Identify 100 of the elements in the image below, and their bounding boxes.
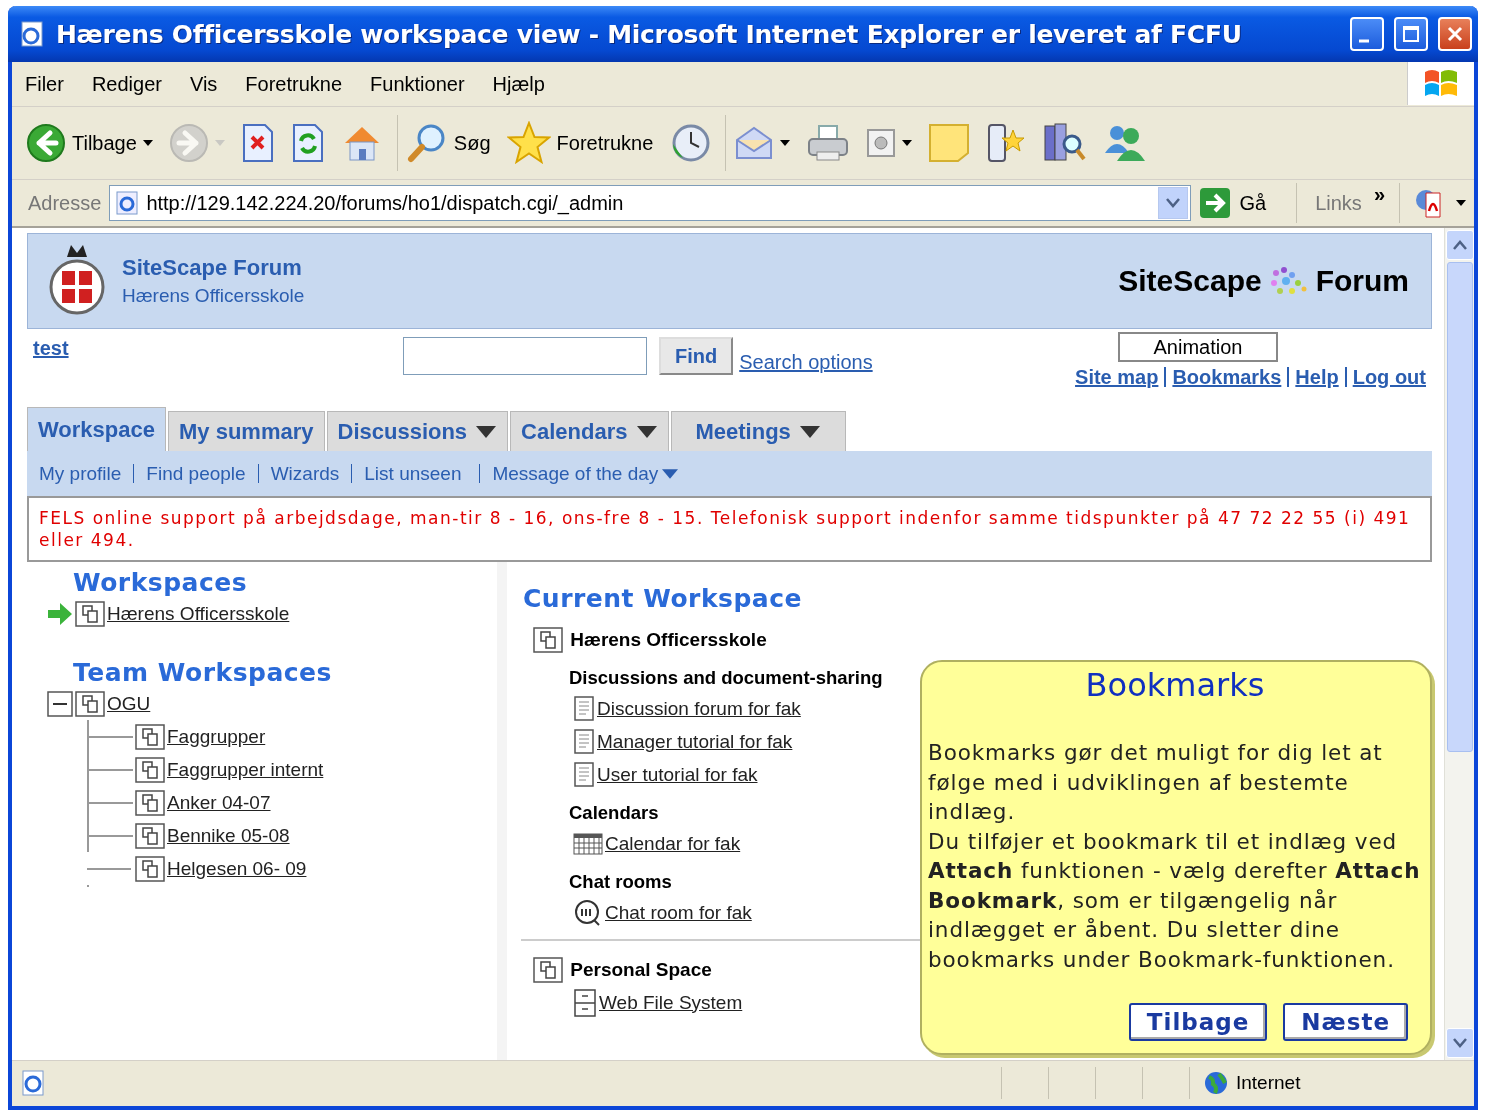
popup-text: Du tilføjer et bookmark til et indlæg ved Attach funktionen - vælg derefter Attach Bookmark, som er tilgængelig når indlægget er åbent. Du sletter dine bookmarks under Bookmark-funktionen. <box>928 827 1422 974</box>
collapse-toggle-icon[interactable] <box>47 690 73 717</box>
menu-item[interactable]: Hjælp <box>479 72 560 96</box>
forum-link[interactable]: Discussion forum for fak <box>597 697 801 720</box>
find-button[interactable]: Find <box>659 337 734 375</box>
nav-tab[interactable]: Calendars <box>510 411 669 451</box>
close-button[interactable] <box>1438 17 1472 51</box>
calendar-icon <box>573 832 603 855</box>
chevron-up-icon <box>1452 240 1467 250</box>
popup-title: Bookmarks <box>1084 666 1266 706</box>
popup-button[interactable]: Næste <box>1283 1003 1408 1041</box>
books-magnifier-icon <box>1042 122 1087 164</box>
section-heading: Calendars <box>569 801 659 825</box>
section-title: Workspaces <box>73 568 249 597</box>
workspace-icon <box>75 690 105 717</box>
back-button[interactable]: Tilbage <box>24 121 155 165</box>
organization-name: Hærens Officersskole <box>122 285 305 307</box>
links-label[interactable]: Links <box>1315 191 1362 215</box>
arrow-right-icon <box>1199 187 1232 219</box>
workspace-link[interactable]: Faggrupper <box>167 725 266 748</box>
vertical-scrollbar[interactable] <box>1444 228 1474 1060</box>
header-link[interactable]: Help <box>1287 367 1345 387</box>
arrow-right-icon <box>168 123 209 163</box>
envelope-icon <box>734 124 775 162</box>
popup-text: Bookmarks gør det muligt for dig let at følge med i udviklingen af bestemte indlæg. <box>928 739 1384 826</box>
header-link[interactable]: Site map <box>1069 367 1165 387</box>
section-heading: Discussions and document-sharing <box>569 666 883 690</box>
document-icon <box>573 695 595 722</box>
maximize-icon <box>1402 25 1420 43</box>
menu-item[interactable]: Filer <box>12 72 79 96</box>
menu-item[interactable]: Rediger <box>78 72 177 96</box>
workspace-link[interactable]: Hærens Officersskole <box>107 602 290 625</box>
subnav-link[interactable]: List unseen <box>351 464 474 483</box>
workspace-link[interactable]: Anker 04-07 <box>167 791 271 814</box>
user-link[interactable]: test <box>33 337 403 360</box>
address-field[interactable]: http://129.142.224.20/forums/ho1/dispatch.cgi/_admin <box>109 185 1192 221</box>
workspace-link[interactable]: Helgesen 06- 09 <box>167 857 307 880</box>
section-heading: Chat rooms <box>569 870 672 894</box>
popup-button[interactable]: Tilbage <box>1128 1003 1268 1041</box>
chevron-down-icon <box>1166 198 1181 208</box>
maximize-button[interactable] <box>1394 17 1428 51</box>
close-icon <box>1446 25 1464 43</box>
globe-icon <box>1204 1071 1228 1095</box>
forum-link[interactable]: User tutorial for fak <box>597 763 758 786</box>
forum-link[interactable]: Calendar for fak <box>605 832 741 855</box>
ie-page-icon <box>114 190 141 216</box>
search-options-link[interactable]: Search options <box>739 351 873 374</box>
go-button[interactable]: Gå <box>1199 183 1298 223</box>
caret-icon <box>1456 200 1466 206</box>
subnav-link[interactable]: Wizards <box>257 464 352 483</box>
workspace-icon <box>533 956 563 983</box>
workspace-icon <box>533 626 563 653</box>
square-icon <box>866 128 897 158</box>
workspace-icon <box>135 822 165 849</box>
forum-link[interactable]: Manager tutorial for fak <box>597 730 793 753</box>
minimize-button[interactable] <box>1350 17 1384 51</box>
favorites-button[interactable]: Foretrukne <box>504 119 656 167</box>
header-link[interactable]: Bookmarks <box>1164 367 1288 387</box>
forum-link[interactable]: Chat room for fak <box>605 901 752 924</box>
menu-item[interactable]: Foretrukne <box>232 72 358 96</box>
zone-label: Internet <box>1236 1072 1301 1094</box>
workspace-link[interactable]: OGU <box>107 692 151 715</box>
window-title: Hærens Officersskole workspace view - Microsoft Internet Explorer er leveret af FCFU <box>56 19 1243 49</box>
page-x-icon <box>240 123 275 163</box>
minimize-icon <box>1359 39 1369 43</box>
workspace-link[interactable]: Bennike 05-08 <box>167 824 290 847</box>
media-button[interactable] <box>864 126 915 160</box>
phone-star-icon <box>986 122 1027 164</box>
menu-item[interactable]: Vis <box>176 72 233 96</box>
site-name: SiteScape Forum <box>122 255 303 281</box>
subnav-link[interactable]: My profile <box>39 464 134 483</box>
note-icon <box>928 123 971 163</box>
forum-link[interactable]: Web File System <box>599 991 743 1014</box>
subnav-link[interactable]: Message of the day <box>479 464 691 483</box>
workspace-icon <box>135 723 165 750</box>
more-chevron[interactable]: » <box>1373 183 1385 206</box>
workspace-icon <box>75 600 105 627</box>
dropdown-button[interactable] <box>1158 187 1189 219</box>
subnav-link[interactable]: Find people <box>133 464 258 483</box>
search-field[interactable] <box>403 337 647 375</box>
page-refresh-icon <box>290 123 325 163</box>
nav-tab[interactable]: My summary <box>168 411 325 451</box>
search-button[interactable]: Søg <box>403 120 493 166</box>
ie-page-icon <box>18 20 46 48</box>
workspace-link[interactable]: Faggrupper internt <box>167 758 324 781</box>
brand-logo-text: SiteScape <box>1118 264 1262 298</box>
address-label: Adresse <box>28 191 102 215</box>
workspace-name: Personal Space <box>569 958 712 981</box>
header-link[interactable]: Log out <box>1344 367 1432 387</box>
section-title: Current Workspace <box>523 584 803 613</box>
menu-item[interactable]: Funktioner <box>357 72 480 96</box>
nav-tab[interactable]: Discussions <box>326 411 509 451</box>
nav-tab[interactable]: Workspace <box>27 407 166 451</box>
chevron-down-icon <box>1452 1038 1467 1048</box>
printer-icon <box>806 123 851 163</box>
workspace-name: Hærens Officersskole <box>569 628 767 651</box>
animation-box: Animation <box>1118 332 1278 362</box>
workspace-icon <box>135 855 165 882</box>
nav-tab[interactable]: Meetings <box>670 411 846 451</box>
section-title: Team Workspaces <box>73 658 333 687</box>
